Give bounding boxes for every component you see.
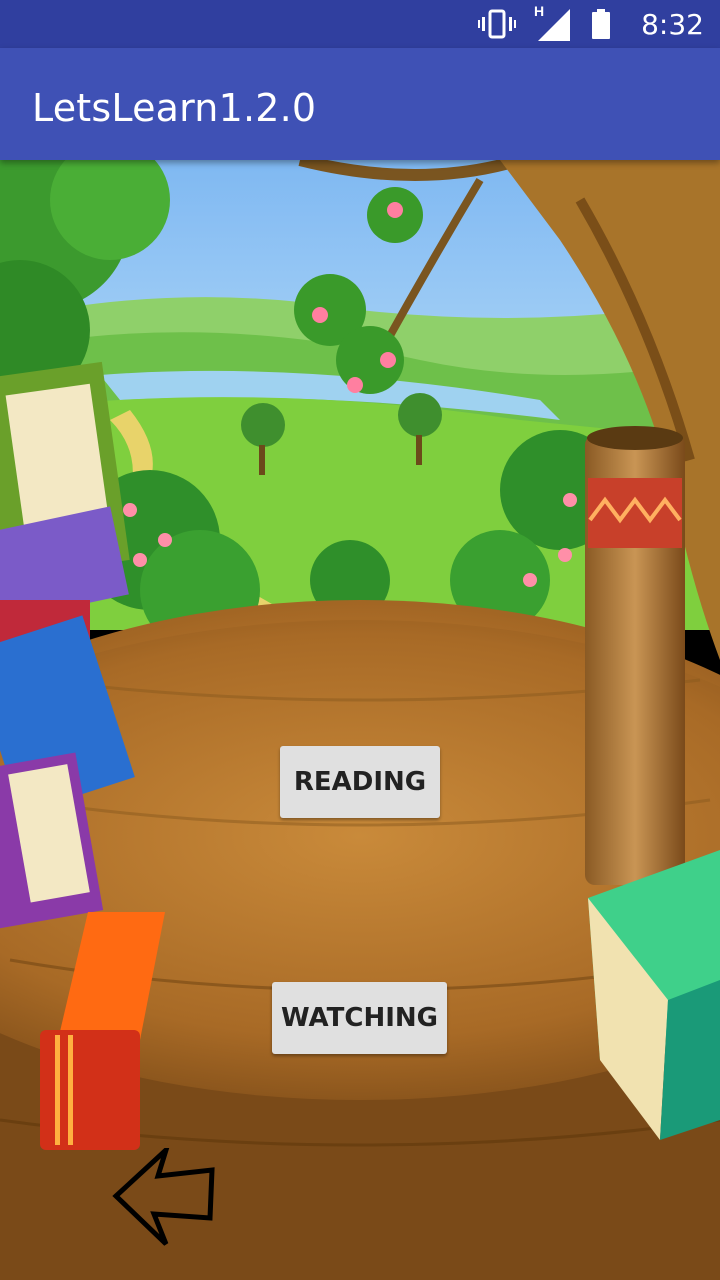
back-button[interactable] [112, 1141, 216, 1248]
signal-indicator: H [534, 3, 572, 41]
reading-button[interactable]: READING [280, 746, 440, 818]
back-arrow-icon [112, 1141, 215, 1246]
watching-button[interactable]: WATCHING [272, 982, 447, 1054]
scene-illustration [0, 160, 720, 1280]
app-title: LetsLearn1.2.0 [32, 86, 317, 130]
background-scene [0, 160, 720, 1280]
vibrate-icon [478, 9, 516, 39]
status-bar: H 8:32 [0, 0, 720, 48]
app-bar: LetsLearn1.2.0 [0, 48, 720, 160]
status-icons: H [478, 3, 610, 42]
battery-icon [592, 9, 610, 39]
network-type-label: H [534, 3, 545, 19]
status-time: 8:32 [641, 8, 704, 41]
